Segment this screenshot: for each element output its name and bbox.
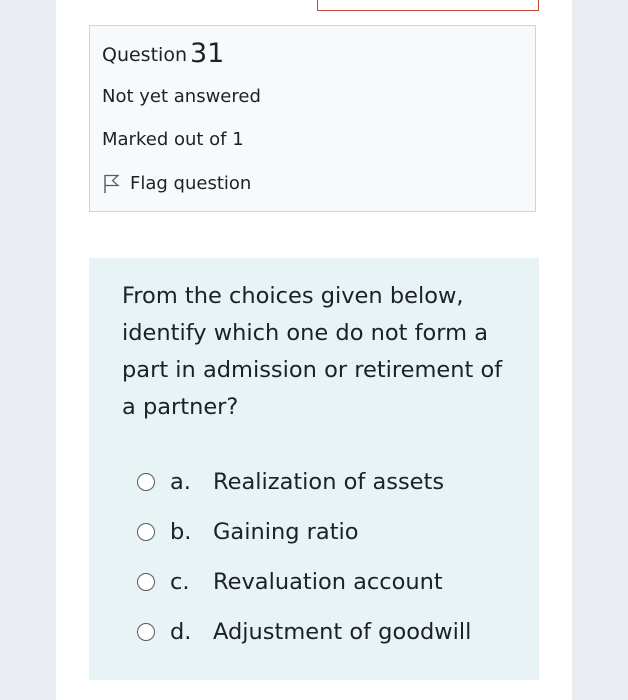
radio-button-b[interactable] — [137, 523, 155, 541]
flag-question-label: Flag question — [130, 173, 252, 194]
answer-text: Revaluation account — [213, 569, 443, 595]
answer-option-c[interactable]: c. Revaluation account — [137, 557, 471, 607]
question-label: Question — [102, 44, 187, 66]
question-text: From the choices given below, identify w… — [122, 283, 503, 420]
radio-button-d[interactable] — [137, 623, 155, 641]
answer-option-d[interactable]: d. Adjustment of goodwill — [137, 607, 471, 657]
answer-option-b[interactable]: b. Gaining ratio — [137, 507, 471, 557]
answer-letter: a. — [170, 469, 191, 495]
radio-button-a[interactable] — [137, 473, 155, 491]
radio-button-c[interactable] — [137, 573, 155, 591]
answer-text: Gaining ratio — [213, 519, 359, 545]
question-grade: Marked out of 1 — [102, 129, 244, 150]
question-number: 31 — [189, 38, 225, 69]
flag-question-link[interactable]: Flag question — [102, 173, 251, 194]
previous-question-box — [317, 0, 539, 11]
answer-letter: b. — [170, 519, 192, 545]
flag-icon — [104, 174, 120, 193]
answer-letter: d. — [170, 619, 192, 645]
quiz-page: Question 31 Not yet answered Marked out o… — [56, 0, 572, 700]
answer-text: Realization of assets — [213, 469, 445, 495]
question-title: Question 31 — [102, 34, 224, 75]
answer-text: Adjustment of goodwill — [213, 619, 472, 645]
answer-options: a. Realization of assets b. Gaining rati… — [137, 457, 471, 657]
answer-option-a[interactable]: a. Realization of assets — [137, 457, 471, 507]
question-info-panel: Question 31 Not yet answered Marked out o… — [89, 25, 536, 212]
question-formulation: From the choices given below, identify w… — [89, 258, 539, 680]
answer-letter: c. — [170, 569, 190, 595]
question-state: Not yet answered — [102, 86, 261, 107]
